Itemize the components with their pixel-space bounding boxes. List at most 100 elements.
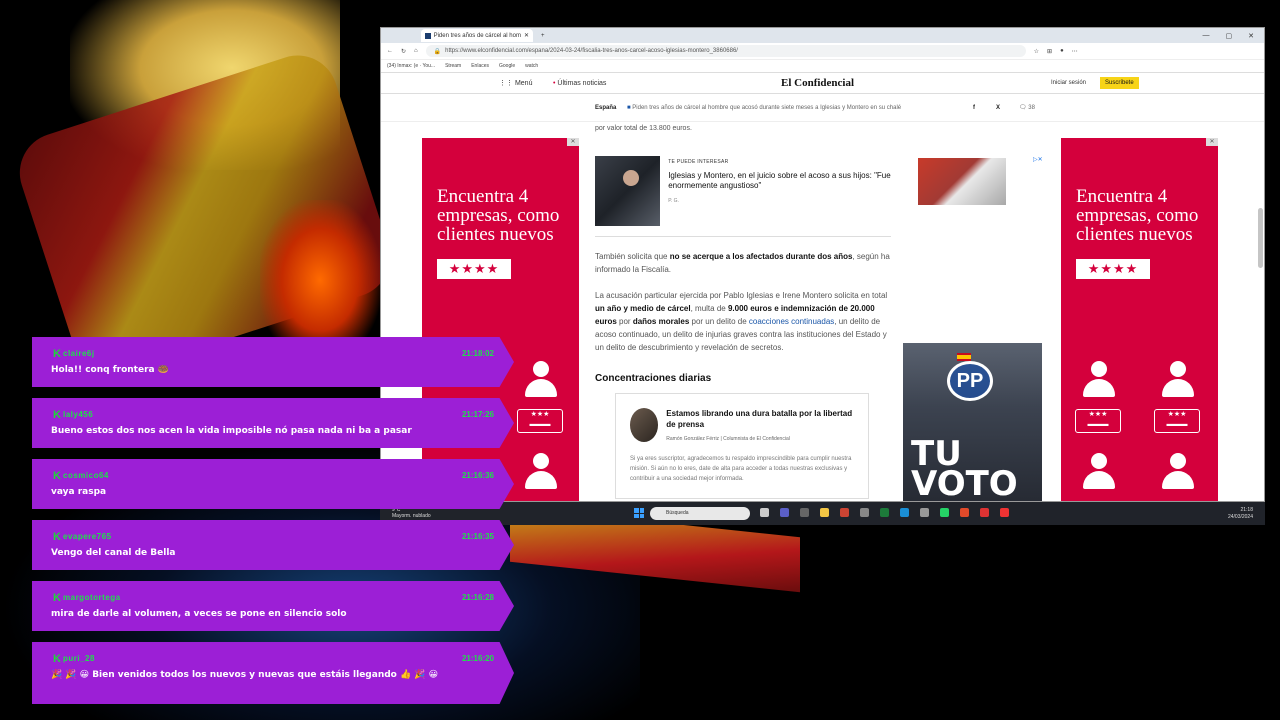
kick-icon: K	[53, 348, 61, 360]
extensions-icon[interactable]: ⊞	[1047, 48, 1052, 55]
facebook-icon[interactable]: f	[973, 105, 975, 111]
chat-message: K claire6j 21:18:02 Hola!! conq frontera…	[32, 337, 514, 387]
tab-bar: Piden tres años de cárcel al hom ✕ + — ▢…	[381, 28, 1264, 43]
close-tab-icon[interactable]: ✕	[524, 32, 529, 39]
home-icon[interactable]: ⌂	[414, 48, 418, 54]
new-tab-icon[interactable]: +	[541, 33, 545, 39]
site-header: ⋮⋮ Menú • Últimas noticias El Confidenci…	[381, 73, 1264, 94]
app-icon[interactable]	[860, 508, 869, 517]
article-bar: España ■ Piden tres años de cárcel al ho…	[381, 94, 1264, 122]
bookmark-5[interactable]: watch	[525, 63, 538, 69]
section-label[interactable]: España	[595, 105, 616, 111]
ad-title: Encuentra 4 empresas, como clientes nuev…	[1076, 186, 1199, 245]
close-window-icon[interactable]: ✕	[1248, 32, 1254, 40]
browser-tab[interactable]: Piden tres años de cárcel al hom ✕	[421, 29, 533, 42]
person-icon	[1158, 361, 1198, 409]
section-heading: Concentraciones diarias	[595, 373, 712, 384]
paragraph-2: La acusación particular ejercida por Pab…	[595, 291, 888, 352]
review-card-icon: ★★★ ▬▬▬	[1154, 409, 1200, 433]
whatsapp-icon[interactable]	[940, 508, 949, 517]
favorite-icon[interactable]: ☆	[1034, 48, 1039, 55]
chat-message: K evapere765 21:16:35 Vengo del canal de…	[32, 520, 514, 570]
recommended-title[interactable]: Iglesias y Montero, en el juicio sobre e…	[668, 171, 891, 191]
widgets-icon[interactable]	[800, 508, 809, 517]
chat-username: evapere765	[63, 532, 112, 541]
chat-text: vaya raspa	[51, 487, 107, 497]
kick-icon: K	[53, 592, 61, 604]
chat-time: 21:16:36	[461, 471, 494, 480]
excel-icon[interactable]	[880, 508, 889, 517]
chat-username: laly456	[63, 410, 94, 419]
chat-username: margotortega	[63, 593, 121, 602]
chat-time: 21:16:35	[461, 532, 494, 541]
url-field[interactable]: 🔒 https://www.elconfidencial.com/espana/…	[425, 45, 1026, 57]
sticky-headline: ■ Piden tres años de cárcel al hombre qu…	[627, 104, 902, 111]
teams-icon[interactable]	[780, 508, 789, 517]
comments-link[interactable]: 🗨 38	[1019, 104, 1035, 111]
system-clock[interactable]: 21:18 24/03/2024	[1228, 507, 1253, 521]
spain-flag-icon	[957, 353, 971, 361]
app-icon[interactable]	[960, 508, 969, 517]
chat-text: Hola!! conq frontera 🍩	[51, 365, 169, 375]
address-bar-row: ← ↻ ⌂ 🔒 https://www.elconfidencial.com/e…	[381, 43, 1264, 60]
ad-title: Encuentra 4 empresas, como clientes nuev…	[437, 186, 560, 245]
adchoices-icon[interactable]: ▷✕	[1033, 156, 1043, 163]
site-favicon-icon	[425, 32, 431, 39]
subscription-box: Estamos librando una dura batalla por la…	[615, 393, 869, 499]
app-icon[interactable]	[980, 508, 989, 517]
app-icon[interactable]	[920, 508, 929, 517]
kick-icon: K	[53, 409, 61, 421]
box-title: Estamos librando una dura batalla por la…	[666, 409, 853, 429]
login-link[interactable]: Iniciar sesión	[1051, 80, 1086, 86]
chat-text: Vengo del canal de Bella	[51, 548, 176, 558]
menu-button[interactable]: ⋮⋮ Menú	[499, 79, 532, 87]
ad-close-icon[interactable]: ✕	[1206, 138, 1218, 146]
bookmark-2[interactable]: Stream	[445, 63, 461, 69]
bookmark-3[interactable]: Enlaces	[471, 63, 489, 69]
chat-time: 21:18:02	[461, 349, 494, 358]
cut-text: por valor total de 13.800 euros.	[595, 125, 692, 132]
more-icon[interactable]: ⋯	[1072, 48, 1078, 55]
comment-icon: 🗨	[1019, 105, 1029, 111]
site-logo[interactable]: El Confidencial	[781, 77, 854, 89]
subscribe-button[interactable]: Suscríbete	[1100, 77, 1139, 89]
ad-close-icon[interactable]: ✕	[567, 138, 579, 146]
app-icon[interactable]	[840, 508, 849, 517]
minimize-icon[interactable]: —	[1203, 32, 1210, 40]
file-explorer-icon[interactable]	[820, 508, 829, 517]
edge-icon[interactable]	[900, 508, 909, 517]
back-icon[interactable]: ←	[387, 48, 393, 54]
task-view-icon[interactable]	[760, 508, 769, 517]
page-scrollbar[interactable]	[1258, 208, 1263, 268]
right-banner-ad[interactable]: ✕ Encuentra 4 empresas, como clientes nu…	[1061, 138, 1218, 501]
recommended-image	[595, 156, 661, 226]
coacciones-link[interactable]: coacciones continuadas	[749, 317, 834, 326]
author-avatar	[630, 408, 659, 442]
kick-icon: K	[53, 531, 61, 543]
url-text: https://www.elconfidencial.com/espana/20…	[445, 48, 738, 54]
chat-message: K cosmico64 21:16:36 vaya raspa	[32, 459, 514, 509]
refresh-icon[interactable]: ↻	[401, 48, 406, 55]
start-icon[interactable]	[634, 508, 644, 518]
bookmark-1[interactable]: (34) Inmax: (e · You...	[387, 63, 435, 69]
chat-text: Bueno estos dos nos acen la vida imposib…	[51, 426, 412, 436]
maximize-icon[interactable]: ▢	[1226, 32, 1233, 40]
profile-icon[interactable]: ●	[1060, 48, 1064, 54]
chat-overlay: K claire6j 21:18:02 Hola!! conq frontera…	[32, 337, 522, 715]
cat-ad-image[interactable]	[918, 158, 1006, 205]
recommended-article[interactable]: TE PUEDE INTERESAR Iglesias y Montero, e…	[595, 156, 891, 237]
person-icon	[1079, 453, 1119, 501]
app-icon[interactable]	[1000, 508, 1009, 517]
latest-news-link[interactable]: • Últimas noticias	[553, 80, 606, 87]
pp-logo: PP	[947, 361, 993, 401]
chat-message: K margotortega 21:16:28 mira de darle al…	[32, 581, 514, 631]
chat-time: 21:16:28	[461, 593, 494, 602]
chat-username: puri_28	[63, 654, 95, 663]
box-author: Ramón González Férriz | Columnista de El…	[666, 436, 790, 442]
chat-message: K puri_28 21:16:20 🎉 🎉 😀 Bien venidos to…	[32, 642, 514, 704]
chat-text: 🎉 🎉 😀 Bien venidos todos los nuevos y nu…	[51, 670, 439, 680]
pp-ad[interactable]: PP TU VOTO	[903, 343, 1042, 501]
bookmark-4[interactable]: Google	[499, 63, 515, 69]
x-icon[interactable]: X	[996, 105, 1000, 111]
taskbar-search[interactable]: Búsqueda	[650, 507, 750, 520]
